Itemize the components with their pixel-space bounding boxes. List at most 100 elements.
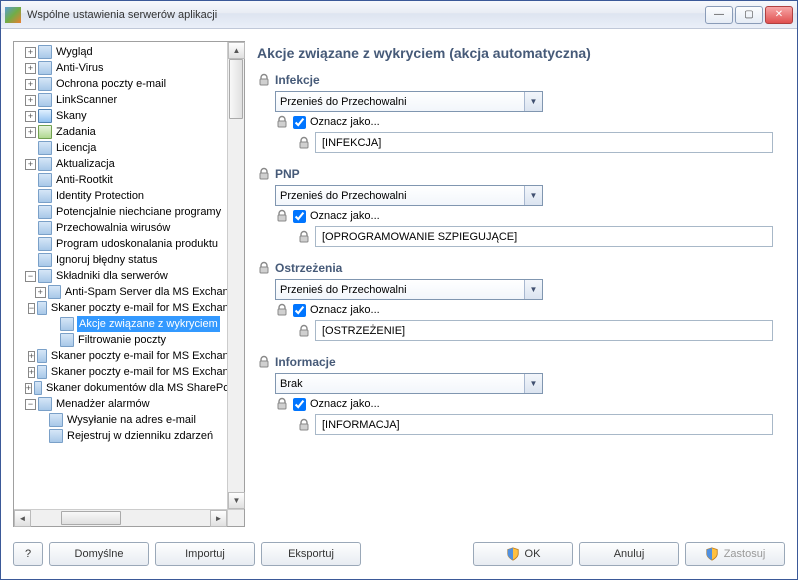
collapse-icon[interactable]: − <box>28 303 36 314</box>
action-row: Przenieś do Przechowalni▼ <box>275 91 777 112</box>
lock-icon[interactable] <box>257 261 271 275</box>
lock-icon[interactable] <box>257 355 271 369</box>
tree-item[interactable]: Ignoruj błędny status <box>14 252 244 268</box>
expand-icon[interactable]: + <box>35 287 46 298</box>
tree-item-label: Wygląd <box>55 44 94 60</box>
horizontal-scrollbar[interactable]: ◄ ► <box>14 509 227 526</box>
action-combo[interactable]: Przenieś do Przechowalni▼ <box>275 279 543 300</box>
cancel-button[interactable]: Anuluj <box>579 542 679 566</box>
action-row: Przenieś do Przechowalni▼ <box>275 185 777 206</box>
tree-item[interactable]: + Wygląd <box>14 44 244 60</box>
lock-icon[interactable] <box>275 209 289 223</box>
tree-item[interactable]: +Skaner dokumentów dla MS SharePoint <box>14 380 244 396</box>
tree-item[interactable]: +Anti-Virus <box>14 60 244 76</box>
mark-value-input[interactable]: [OPROGRAMOWANIE SZPIEGUJĄCE] <box>315 226 773 247</box>
lock-icon[interactable] <box>297 230 311 244</box>
tree-scroll: +Wygląd+Anti-Virus+Ochrona poczty e-mail… <box>14 42 244 526</box>
tree-spacer <box>25 223 36 234</box>
scroll-down-button[interactable]: ▼ <box>228 492 245 509</box>
lock-icon[interactable] <box>297 136 311 150</box>
help-button[interactable]: ? <box>13 542 43 566</box>
tree-item[interactable]: +Aktualizacja <box>14 156 244 172</box>
tree-item[interactable]: +Zadania <box>14 124 244 140</box>
expand-icon[interactable]: + <box>28 351 36 362</box>
value-row: [OSTRZEŻENIE] <box>297 320 777 341</box>
tree-item[interactable]: Filtrowanie poczty <box>14 332 244 348</box>
tree-item[interactable]: +LinkScanner <box>14 92 244 108</box>
tree-item[interactable]: + Ochrona poczty e-mail <box>14 76 244 92</box>
mark-value-input[interactable]: [INFORMACJA] <box>315 414 773 435</box>
lock-icon[interactable] <box>257 167 271 181</box>
action-combo[interactable]: Przenieś do Przechowalni▼ <box>275 185 543 206</box>
expand-icon[interactable]: + <box>25 79 36 90</box>
lock-icon <box>257 261 271 275</box>
maximize-button[interactable]: ▢ <box>735 6 763 24</box>
scroll-right-button[interactable]: ► <box>210 510 227 527</box>
chevron-down-icon[interactable]: ▼ <box>524 280 542 299</box>
tree-item-label: Ochrona poczty e-mail <box>55 76 167 92</box>
expand-icon[interactable]: + <box>25 95 36 106</box>
expand-icon[interactable]: + <box>25 127 36 138</box>
lock-icon[interactable] <box>275 115 289 129</box>
vscroll-track[interactable] <box>228 59 244 492</box>
mark-checkbox[interactable] <box>293 210 306 223</box>
mark-value-input[interactable]: [OSTRZEŻENIE] <box>315 320 773 341</box>
lock-icon <box>297 418 311 432</box>
action-row: Przenieś do Przechowalni▼ <box>275 279 777 300</box>
expand-icon[interactable]: + <box>28 367 36 378</box>
collapse-icon[interactable]: − <box>25 271 36 282</box>
expand-icon[interactable]: + <box>25 111 36 122</box>
chevron-down-icon[interactable]: ▼ <box>524 92 542 111</box>
tree-item[interactable]: Wysyłanie na adres e-mail <box>14 412 244 428</box>
tree-node-icon <box>34 381 42 395</box>
tree-item[interactable]: Program udoskonalania produktu <box>14 236 244 252</box>
tree-item[interactable]: Akcje związane z wykryciem <box>14 316 244 332</box>
tree-item[interactable]: +Anti-Spam Server dla MS Exchange <box>14 284 244 300</box>
mark-value-input[interactable]: [INFEKCJA] <box>315 132 773 153</box>
lock-icon[interactable] <box>275 397 289 411</box>
vertical-scrollbar[interactable]: ▲ ▼ <box>227 42 244 509</box>
mark-checkbox[interactable] <box>293 116 306 129</box>
close-button[interactable]: ✕ <box>765 6 793 24</box>
minimize-button[interactable]: — <box>705 6 733 24</box>
tree-item[interactable]: −Składniki dla serwerów <box>14 268 244 284</box>
tree-item[interactable]: Potencjalnie niechciane programy <box>14 204 244 220</box>
tree-item[interactable]: Licencja <box>14 140 244 156</box>
lock-icon[interactable] <box>257 73 271 87</box>
tree-item[interactable]: +Skaner poczty e-mail for MS Exchange <box>14 364 244 380</box>
import-button[interactable]: Importuj <box>155 542 255 566</box>
scroll-left-button[interactable]: ◄ <box>14 510 31 527</box>
collapse-icon[interactable]: − <box>25 399 36 410</box>
lock-icon[interactable] <box>297 418 311 432</box>
mark-checkbox[interactable] <box>293 304 306 317</box>
tree-item[interactable]: +Skaner poczty e-mail for MS Exchange <box>14 348 244 364</box>
expand-icon[interactable]: + <box>25 159 36 170</box>
lock-icon[interactable] <box>275 303 289 317</box>
vscroll-thumb[interactable] <box>229 59 243 119</box>
tree[interactable]: +Wygląd+Anti-Virus+Ochrona poczty e-mail… <box>14 42 244 446</box>
tree-item[interactable]: Identity Protection <box>14 188 244 204</box>
expand-icon[interactable]: + <box>25 63 36 74</box>
defaults-button[interactable]: Domyślne <box>49 542 149 566</box>
tree-item[interactable]: Rejestruj w dzienniku zdarzeń <box>14 428 244 444</box>
export-button[interactable]: Eksportuj <box>261 542 361 566</box>
chevron-down-icon[interactable]: ▼ <box>524 186 542 205</box>
apply-button[interactable]: Zastosuj <box>685 542 785 566</box>
tree-item[interactable]: +Skany <box>14 108 244 124</box>
mark-checkbox[interactable] <box>293 398 306 411</box>
scroll-up-button[interactable]: ▲ <box>228 42 245 59</box>
tree-item[interactable]: Przechowalnia wirusów <box>14 220 244 236</box>
tree-node-icon <box>37 365 47 379</box>
expand-icon[interactable]: + <box>25 383 32 394</box>
tree-item[interactable]: −Skaner poczty e-mail for MS Exchange <box>14 300 244 316</box>
action-combo[interactable]: Przenieś do Przechowalni▼ <box>275 91 543 112</box>
tree-item[interactable]: Anti-Rootkit <box>14 172 244 188</box>
hscroll-track[interactable] <box>31 510 210 526</box>
action-combo[interactable]: Brak▼ <box>275 373 543 394</box>
lock-icon[interactable] <box>297 324 311 338</box>
tree-item[interactable]: −Menadżer alarmów <box>14 396 244 412</box>
chevron-down-icon[interactable]: ▼ <box>524 374 542 393</box>
expand-icon[interactable]: + <box>25 47 36 58</box>
hscroll-thumb[interactable] <box>61 511 121 525</box>
ok-button[interactable]: OK <box>473 542 573 566</box>
